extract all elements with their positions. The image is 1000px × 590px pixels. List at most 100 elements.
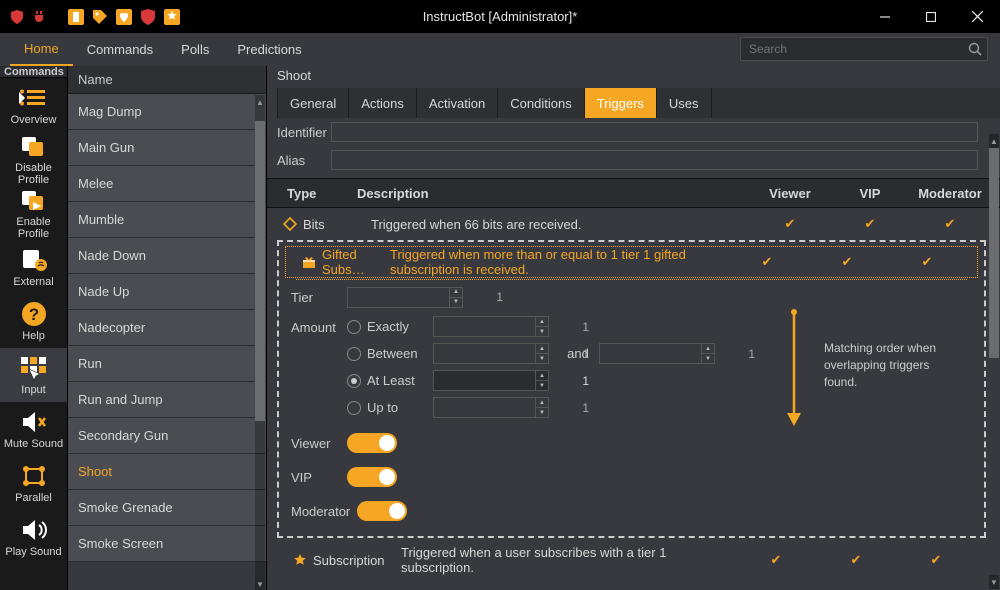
input-icon bbox=[19, 354, 49, 382]
sub-tab-actions[interactable]: Actions bbox=[349, 88, 417, 118]
tab-polls[interactable]: Polls bbox=[167, 33, 223, 66]
search-box[interactable] bbox=[740, 37, 988, 61]
window-title: InstructBot [Administrator]* bbox=[423, 9, 578, 24]
name-item[interactable]: Main Gun bbox=[68, 130, 266, 166]
check-icon: ✔ bbox=[922, 254, 933, 269]
sidebar-item-disable-profile[interactable]: Disable Profile bbox=[0, 132, 67, 186]
sidebar-item-play-sound[interactable]: Play Sound bbox=[0, 510, 67, 564]
radio-icon[interactable] bbox=[347, 320, 361, 334]
tab-predictions[interactable]: Predictions bbox=[223, 33, 315, 66]
amount-upto-option[interactable]: Up to ▲▼ bbox=[347, 397, 723, 418]
trigger-row-bits[interactable]: Bits Triggered when 66 bits are received… bbox=[267, 208, 1000, 240]
tier-stepper[interactable]: ▲▼ bbox=[347, 287, 463, 308]
sidebar-item-overview[interactable]: Overview bbox=[0, 78, 67, 132]
radio-label: Up to bbox=[367, 400, 427, 415]
radio-icon[interactable] bbox=[347, 401, 361, 415]
atleast-stepper[interactable]: ▲▼ bbox=[433, 370, 549, 391]
mute-sound-icon bbox=[19, 408, 49, 436]
amount-exactly-option[interactable]: Exactly ▲▼ bbox=[347, 316, 723, 337]
sidebar-header: Commands bbox=[0, 66, 67, 78]
sidebar-item-external[interactable]: External bbox=[0, 240, 67, 294]
titlebar-app-icons bbox=[8, 8, 48, 26]
trigger-row-subscription[interactable]: Subscription Triggered when a user subsc… bbox=[277, 544, 986, 576]
name-item[interactable]: Nade Down bbox=[68, 238, 266, 274]
sidebar-item-help[interactable]: ? Help bbox=[0, 294, 67, 348]
col-description: Description bbox=[357, 186, 750, 201]
close-button[interactable] bbox=[954, 0, 1000, 33]
radio-label: Between bbox=[367, 346, 427, 361]
sidebar-item-input[interactable]: Input bbox=[0, 348, 67, 402]
amount-atleast-option[interactable]: At Least ▲▼ bbox=[347, 370, 723, 391]
check-icon: ✔ bbox=[785, 216, 796, 231]
between-a-stepper[interactable]: ▲▼ bbox=[433, 343, 549, 364]
name-item[interactable]: Smoke Grenade bbox=[68, 490, 266, 526]
heart-icon bbox=[114, 7, 134, 27]
viewer-toggle[interactable] bbox=[347, 433, 397, 453]
sub-tab-uses[interactable]: Uses bbox=[657, 88, 712, 118]
radio-icon[interactable] bbox=[347, 347, 361, 361]
sub-tab-conditions[interactable]: Conditions bbox=[498, 88, 584, 118]
name-item[interactable]: Run and Jump bbox=[68, 382, 266, 418]
check-icon: ✔ bbox=[771, 552, 782, 567]
scroll-thumb[interactable] bbox=[989, 148, 999, 358]
amount-between-option[interactable]: Between ▲▼ and ▲▼ bbox=[347, 343, 723, 364]
radio-label: At Least bbox=[367, 373, 427, 388]
scroll-up-icon[interactable]: ▲ bbox=[989, 134, 999, 148]
check-icon: ✔ bbox=[945, 216, 956, 231]
tab-commands[interactable]: Commands bbox=[73, 33, 167, 66]
tab-home[interactable]: Home bbox=[10, 33, 73, 66]
maximize-button[interactable] bbox=[908, 0, 954, 33]
sidebar-item-mute-sound[interactable]: Mute Sound bbox=[0, 402, 67, 456]
moderator-toggle[interactable] bbox=[357, 501, 407, 521]
search-input[interactable] bbox=[741, 42, 963, 56]
scroll-thumb[interactable] bbox=[255, 121, 265, 421]
stepper-buttons[interactable]: ▲▼ bbox=[449, 288, 462, 307]
alias-label: Alias bbox=[277, 153, 331, 168]
name-item[interactable]: Mag Dump bbox=[68, 94, 266, 130]
between-b-stepper[interactable]: ▲▼ bbox=[599, 343, 715, 364]
upto-stepper[interactable]: ▲▼ bbox=[433, 397, 549, 418]
row-type: Bits bbox=[301, 217, 371, 232]
title-bar: InstructBot [Administrator]* bbox=[0, 0, 1000, 33]
window-controls bbox=[862, 0, 1000, 33]
name-list: Mag Dump Main Gun Melee Mumble Nade Down… bbox=[68, 94, 266, 590]
sidebar-item-parallel[interactable]: Parallel bbox=[0, 456, 67, 510]
search-icon[interactable] bbox=[963, 42, 987, 56]
identifier-input[interactable] bbox=[331, 122, 978, 142]
sidebar-label: Mute Sound bbox=[4, 438, 63, 450]
scroll-down-icon[interactable]: ▼ bbox=[989, 575, 999, 589]
sidebar-item-enable-profile[interactable]: Enable Profile bbox=[0, 186, 67, 240]
scroll-down-icon[interactable]: ▼ bbox=[255, 577, 265, 590]
name-item[interactable]: Secondary Gun bbox=[68, 418, 266, 454]
bits-icon bbox=[279, 217, 301, 231]
identifier-label: Identifier bbox=[277, 125, 331, 140]
name-item[interactable]: Nade Up bbox=[68, 274, 266, 310]
parallel-icon bbox=[19, 462, 49, 490]
name-item[interactable]: Mumble bbox=[68, 202, 266, 238]
alias-input[interactable] bbox=[331, 150, 978, 170]
plug-icon bbox=[30, 8, 48, 26]
check-icon: ✔ bbox=[931, 552, 942, 567]
name-item[interactable]: Melee bbox=[68, 166, 266, 202]
sub-tab-triggers[interactable]: Triggers bbox=[585, 88, 657, 118]
name-item[interactable]: Nadecopter bbox=[68, 310, 266, 346]
minimize-button[interactable] bbox=[862, 0, 908, 33]
name-item[interactable]: Smoke Screen bbox=[68, 526, 266, 562]
radio-icon[interactable] bbox=[347, 374, 361, 388]
exactly-stepper[interactable]: ▲▼ bbox=[433, 316, 549, 337]
col-type: Type bbox=[287, 186, 357, 201]
amount-label: Amount bbox=[291, 316, 347, 335]
main-scrollbar[interactable]: ▲ ▼ bbox=[989, 134, 999, 589]
trigger-row-gifted[interactable]: Gifted Subs… Triggered when more than or… bbox=[285, 246, 978, 278]
sub-tab-general[interactable]: General bbox=[277, 88, 349, 118]
name-item[interactable]: Shoot bbox=[68, 454, 266, 490]
sub-tab-activation[interactable]: Activation bbox=[417, 88, 498, 118]
vip-toggle[interactable] bbox=[347, 467, 397, 487]
name-scrollbar[interactable]: ▲ ▼ bbox=[255, 95, 265, 590]
name-item[interactable]: Run bbox=[68, 346, 266, 382]
moderator-toggle-label: Moderator bbox=[291, 504, 357, 519]
check-icon: ✔ bbox=[762, 254, 773, 269]
scroll-up-icon[interactable]: ▲ bbox=[255, 95, 265, 109]
check-icon: ✔ bbox=[842, 254, 853, 269]
sidebar-label: Enable Profile bbox=[0, 216, 67, 240]
